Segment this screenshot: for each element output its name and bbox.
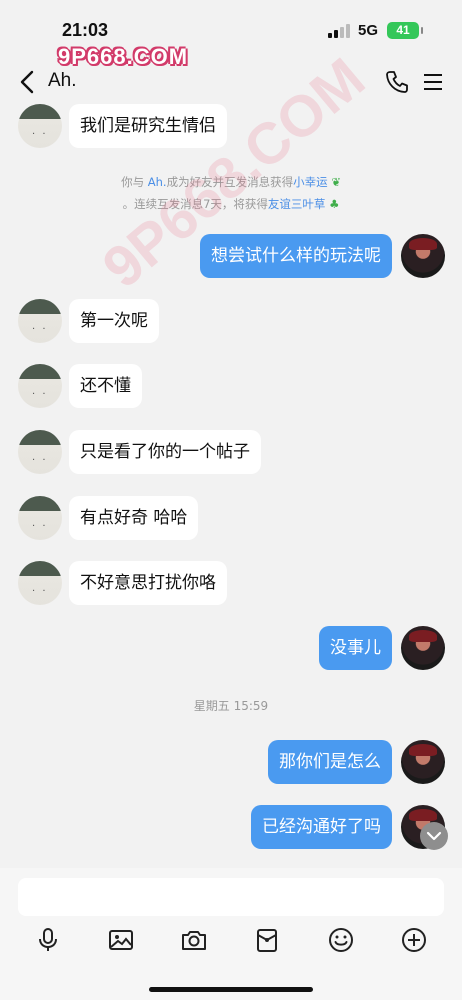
voice-button[interactable] [34, 926, 62, 954]
red-packet-icon [257, 929, 277, 952]
message-bubble[interactable]: 不好意思打扰你咯 [69, 561, 227, 605]
chevron-left-icon [20, 70, 34, 94]
signal-icon [328, 24, 352, 38]
contact-avatar[interactable]: . . [18, 561, 62, 605]
message-bubble[interactable]: 那你们是怎么 [268, 740, 392, 784]
plus-icon [402, 928, 426, 952]
message-timestamp: 星期五 15:59 [193, 699, 269, 713]
message-bubble[interactable]: 我们是研究生情侣 [69, 104, 227, 148]
my-avatar[interactable] [401, 740, 445, 784]
message-input[interactable] [18, 878, 444, 916]
home-indicator[interactable] [149, 987, 313, 992]
message-bubble[interactable]: 有点好奇 哈哈 [69, 496, 199, 540]
my-avatar[interactable] [401, 234, 445, 278]
more-actions-button[interactable] [400, 926, 428, 954]
more-menu-button[interactable] [422, 70, 444, 94]
battery-icon: 41 [387, 22, 423, 39]
phone-icon [386, 71, 408, 93]
message-bubble[interactable]: 想尝试什么样的玩法呢 [200, 234, 392, 278]
message-bubble[interactable]: 只是看了你的一个帖子 [69, 430, 261, 474]
camera-icon [182, 931, 206, 950]
back-button[interactable] [14, 66, 42, 98]
contact-avatar[interactable]: . . [18, 299, 62, 343]
microphone-icon [39, 928, 57, 951]
network-type: 5G [358, 22, 379, 39]
status-bar: 21:03 9P668.COM 5G 41 [0, 0, 462, 69]
status-time: 21:03 [62, 20, 109, 40]
contact-avatar[interactable]: . . [18, 364, 62, 408]
chevron-down-icon [426, 831, 442, 841]
composer [0, 868, 462, 1000]
image-button[interactable] [107, 926, 135, 954]
message-bubble[interactable]: 第一次呢 [69, 299, 159, 343]
emoji-button[interactable] [327, 926, 355, 954]
emoji-icon [329, 928, 353, 952]
camera-button[interactable] [180, 926, 208, 954]
clover-icon: ♣ [329, 197, 340, 211]
sprout-icon: ❦ [331, 175, 341, 189]
scroll-to-bottom-button[interactable] [420, 822, 448, 850]
red-packet-button[interactable] [253, 926, 281, 954]
image-icon [109, 930, 133, 950]
contact-avatar[interactable]: . . [18, 496, 62, 540]
lucky-reward-link[interactable]: 小幸运 [293, 175, 328, 189]
my-avatar[interactable] [401, 626, 445, 670]
contact-avatar[interactable]: . . [18, 430, 62, 474]
message-bubble[interactable]: 没事儿 [319, 626, 392, 670]
message-bubble[interactable]: 已经沟通好了吗 [251, 805, 392, 849]
phone-call-button[interactable] [384, 69, 410, 95]
hamburger-icon [424, 74, 442, 90]
chat-header: Ah. [0, 60, 462, 104]
message-bubble[interactable]: 还不懂 [69, 364, 142, 408]
clover-reward-link[interactable]: 友谊三叶草 [268, 197, 326, 211]
contact-name[interactable]: Ah. [48, 70, 77, 92]
contact-avatar[interactable]: . . [18, 104, 62, 148]
